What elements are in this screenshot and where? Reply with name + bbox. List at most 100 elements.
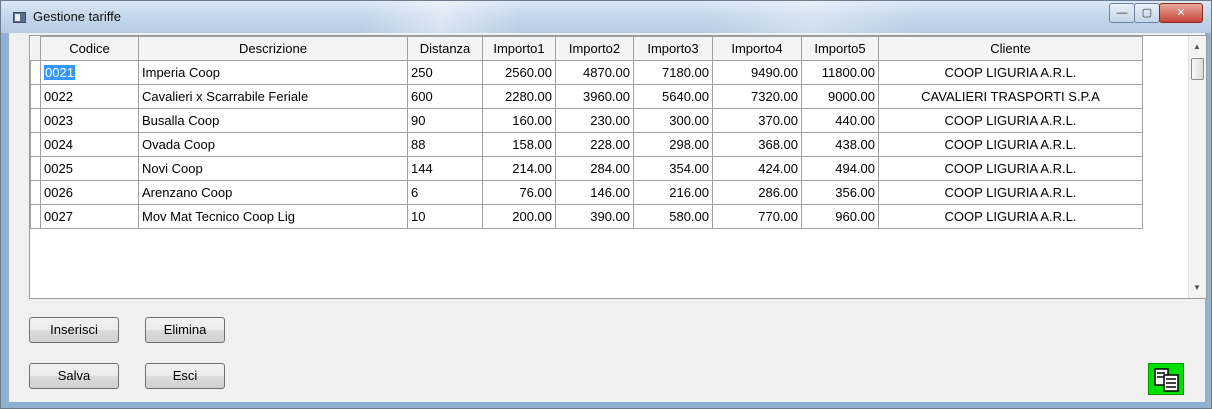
table-row[interactable]: 0027 Mov Mat Tecnico Coop Lig 10 200.00 390.… <box>30 204 1143 229</box>
cell-importo3[interactable]: 7180.00 <box>633 60 713 85</box>
cell-descrizione[interactable]: Busalla Coop <box>138 108 408 133</box>
cell-importo4[interactable]: 424.00 <box>712 156 802 181</box>
cell-descrizione[interactable]: Cavalieri x Scarrabile Feriale <box>138 84 408 109</box>
cell-cliente[interactable]: COOP LIGURIA A.R.L. <box>878 180 1143 205</box>
row-selector[interactable] <box>30 132 41 157</box>
close-button[interactable]: ✕ <box>1159 3 1203 23</box>
cell-codice[interactable]: 0022 <box>40 84 139 109</box>
cell-codice[interactable]: 0027 <box>40 204 139 229</box>
cell-importo1[interactable]: 2560.00 <box>482 60 556 85</box>
cell-codice[interactable]: 0025 <box>40 156 139 181</box>
vertical-scrollbar[interactable]: ▲ ▼ <box>1188 36 1206 298</box>
cell-importo1[interactable]: 2280.00 <box>482 84 556 109</box>
row-selector[interactable] <box>30 156 41 181</box>
cell-cliente[interactable]: COOP LIGURIA A.R.L. <box>878 60 1143 85</box>
table-row[interactable]: 0021 Imperia Coop 250 2560.00 4870.00 7180.00… <box>30 60 1143 85</box>
cell-distanza[interactable]: 600 <box>407 84 483 109</box>
cell-importo5[interactable]: 494.00 <box>801 156 879 181</box>
copy-icon[interactable] <box>1148 363 1184 395</box>
cell-codice[interactable]: 0024 <box>40 132 139 157</box>
cell-importo2[interactable]: 146.00 <box>555 180 634 205</box>
elimina-button[interactable]: Elimina <box>145 317 225 343</box>
minimize-button[interactable]: — <box>1109 3 1135 23</box>
cell-importo4[interactable]: 286.00 <box>712 180 802 205</box>
table-row[interactable]: 0024 Ovada Coop 88 158.00 228.00 298.00 368.00… <box>30 132 1143 157</box>
scroll-thumb[interactable] <box>1191 58 1204 80</box>
cell-importo5[interactable]: 438.00 <box>801 132 879 157</box>
column-header-importo3[interactable]: Importo3 <box>633 36 713 61</box>
cell-importo1[interactable]: 200.00 <box>482 204 556 229</box>
cell-importo5[interactable]: 440.00 <box>801 108 879 133</box>
column-header-cliente[interactable]: Cliente <box>878 36 1143 61</box>
table-row[interactable]: 0023 Busalla Coop 90 160.00 230.00 300.00 370.… <box>30 108 1143 133</box>
cell-cliente[interactable]: COOP LIGURIA A.R.L. <box>878 108 1143 133</box>
row-selector[interactable] <box>30 60 41 85</box>
cell-cliente[interactable]: COOP LIGURIA A.R.L. <box>878 204 1143 229</box>
cell-importo3[interactable]: 5640.00 <box>633 84 713 109</box>
column-header-codice[interactable]: Codice <box>40 36 139 61</box>
table-row[interactable]: 0025 Novi Coop 144 214.00 284.00 354.00 424.00… <box>30 156 1143 181</box>
column-header-distanza[interactable]: Distanza <box>407 36 483 61</box>
cell-importo2[interactable]: 228.00 <box>555 132 634 157</box>
cell-descrizione[interactable]: Arenzano Coop <box>138 180 408 205</box>
cell-codice[interactable]: 0026 <box>40 180 139 205</box>
cell-importo4[interactable]: 368.00 <box>712 132 802 157</box>
cell-distanza[interactable]: 6 <box>407 180 483 205</box>
cell-importo5[interactable]: 9000.00 <box>801 84 879 109</box>
column-header-descrizione[interactable]: Descrizione <box>138 36 408 61</box>
cell-importo2[interactable]: 390.00 <box>555 204 634 229</box>
row-selector[interactable] <box>30 180 41 205</box>
cell-descrizione[interactable]: Imperia Coop <box>138 60 408 85</box>
cell-importo4[interactable]: 370.00 <box>712 108 802 133</box>
cell-descrizione[interactable]: Ovada Coop <box>138 132 408 157</box>
row-selector[interactable] <box>30 204 41 229</box>
cell-importo4[interactable]: 9490.00 <box>712 60 802 85</box>
cell-distanza[interactable]: 250 <box>407 60 483 85</box>
cell-descrizione[interactable]: Mov Mat Tecnico Coop Lig <box>138 204 408 229</box>
title-bar[interactable]: Gestione tariffe — ▢ ✕ <box>1 1 1211 33</box>
cell-importo1[interactable]: 76.00 <box>482 180 556 205</box>
table-row[interactable]: 0026 Arenzano Coop 6 76.00 146.00 216.00 286.0… <box>30 180 1143 205</box>
column-header-importo5[interactable]: Importo5 <box>801 36 879 61</box>
table-row[interactable]: 0022 Cavalieri x Scarrabile Feriale 600 228… <box>30 84 1143 109</box>
cell-importo2[interactable]: 230.00 <box>555 108 634 133</box>
cell-importo2[interactable]: 4870.00 <box>555 60 634 85</box>
column-header-importo2[interactable]: Importo2 <box>555 36 634 61</box>
cell-distanza[interactable]: 90 <box>407 108 483 133</box>
cell-importo5[interactable]: 960.00 <box>801 204 879 229</box>
cell-distanza[interactable]: 88 <box>407 132 483 157</box>
cell-importo2[interactable]: 3960.00 <box>555 84 634 109</box>
cell-cliente[interactable]: CAVALIERI TRASPORTI S.P.A <box>878 84 1143 109</box>
cell-codice[interactable]: 0023 <box>40 108 139 133</box>
cell-importo3[interactable]: 216.00 <box>633 180 713 205</box>
scroll-down-icon[interactable]: ▼ <box>1193 283 1201 292</box>
scroll-up-icon[interactable]: ▲ <box>1193 42 1201 51</box>
cell-importo5[interactable]: 356.00 <box>801 180 879 205</box>
maximize-button[interactable]: ▢ <box>1134 3 1160 23</box>
cell-importo2[interactable]: 284.00 <box>555 156 634 181</box>
row-selector[interactable] <box>30 84 41 109</box>
cell-importo4[interactable]: 7320.00 <box>712 84 802 109</box>
cell-importo1[interactable]: 160.00 <box>482 108 556 133</box>
cell-cliente[interactable]: COOP LIGURIA A.R.L. <box>878 132 1143 157</box>
esci-button[interactable]: Esci <box>145 363 225 389</box>
cell-cliente[interactable]: COOP LIGURIA A.R.L. <box>878 156 1143 181</box>
cell-descrizione[interactable]: Novi Coop <box>138 156 408 181</box>
cell-importo5[interactable]: 11800.00 <box>801 60 879 85</box>
cell-distanza[interactable]: 144 <box>407 156 483 181</box>
cell-importo1[interactable]: 214.00 <box>482 156 556 181</box>
cell-codice[interactable]: 0021 <box>40 60 139 85</box>
cell-importo3[interactable]: 354.00 <box>633 156 713 181</box>
salva-button[interactable]: Salva <box>29 363 119 389</box>
cell-importo3[interactable]: 580.00 <box>633 204 713 229</box>
row-selector[interactable] <box>30 108 41 133</box>
cell-importo3[interactable]: 298.00 <box>633 132 713 157</box>
column-header-importo1[interactable]: Importo1 <box>482 36 556 61</box>
cell-distanza[interactable]: 10 <box>407 204 483 229</box>
cell-importo4[interactable]: 770.00 <box>712 204 802 229</box>
cell-importo3[interactable]: 300.00 <box>633 108 713 133</box>
column-header-importo4[interactable]: Importo4 <box>712 36 802 61</box>
tariff-grid[interactable]: Codice Descrizione Distanza Importo1 Imp… <box>29 35 1207 299</box>
inserisci-button[interactable]: Inserisci <box>29 317 119 343</box>
cell-importo1[interactable]: 158.00 <box>482 132 556 157</box>
